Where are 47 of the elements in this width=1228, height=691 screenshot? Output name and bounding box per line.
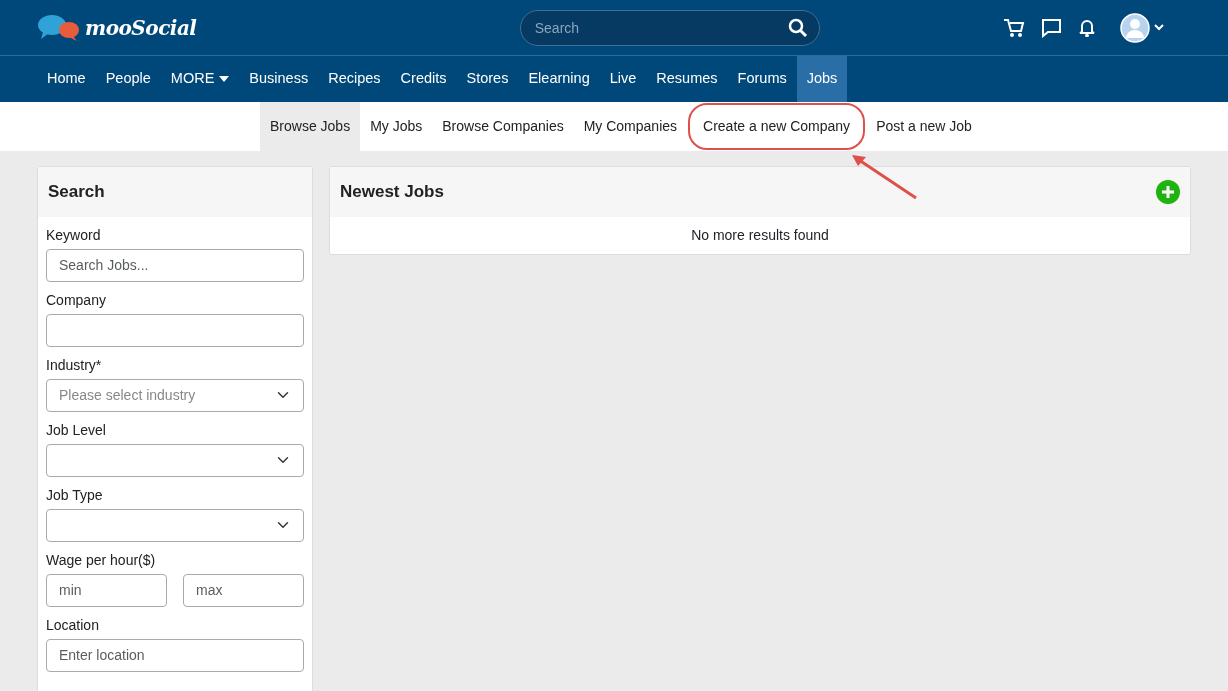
nav-link[interactable]: Business xyxy=(239,56,319,102)
subnav-link[interactable]: My Jobs xyxy=(360,102,433,151)
text-field[interactable] xyxy=(46,313,304,347)
nav-link[interactable]: Credits xyxy=(390,56,457,102)
field-label: Location xyxy=(46,615,100,635)
bell-icon[interactable] xyxy=(1078,18,1096,37)
nav-link[interactable]: People xyxy=(95,56,161,102)
empty-message: No more results found xyxy=(691,226,829,243)
logo-icon xyxy=(37,14,81,41)
nav-link[interactable]: Recipes xyxy=(318,56,391,102)
subnav-link[interactable]: Create a new Company xyxy=(687,102,867,151)
select-field[interactable] xyxy=(46,508,304,542)
subnav-link[interactable]: Browse Companies xyxy=(432,102,574,151)
nav-link[interactable]: Elearning xyxy=(518,56,600,102)
text-field[interactable]: Search Jobs... xyxy=(46,248,304,282)
field-label: Keyword xyxy=(46,225,102,245)
search-icon[interactable] xyxy=(787,17,808,38)
text-field[interactable]: min xyxy=(46,573,167,607)
select-field[interactable] xyxy=(46,443,304,477)
search-field[interactable]: Search xyxy=(519,9,820,46)
panel-title: Newest Jobs xyxy=(340,181,444,203)
caret-icon[interactable] xyxy=(1154,24,1164,31)
cart-icon[interactable] xyxy=(1003,17,1025,38)
nav-link[interactable]: Resumes xyxy=(646,56,728,102)
subnav-link[interactable]: My Companies xyxy=(573,102,688,151)
field-label: Job Level xyxy=(46,420,107,440)
nav-link[interactable]: Stores xyxy=(456,56,519,102)
field-label: Job Type xyxy=(46,485,104,505)
field-label: Wage per hour($) xyxy=(46,550,157,570)
subnav-link[interactable]: Browse Jobs xyxy=(260,102,361,151)
nav-link[interactable]: Forums xyxy=(727,56,797,102)
chat-icon[interactable] xyxy=(1041,17,1062,38)
select-field[interactable]: Please select industry xyxy=(46,378,304,412)
avatar-icon[interactable] xyxy=(1120,12,1150,43)
nav-link[interactable]: Jobs xyxy=(796,56,848,102)
add-icon[interactable] xyxy=(1156,179,1180,204)
nav-link[interactable]: Live xyxy=(599,56,647,102)
annotation-arrow xyxy=(850,152,918,200)
panel-title: Search xyxy=(38,167,312,217)
field-label: Industry* xyxy=(46,355,103,375)
text-field[interactable]: Enter location xyxy=(46,638,304,672)
nav-link[interactable]: Home xyxy=(37,56,96,102)
subnav-link[interactable]: Post a new Job xyxy=(866,102,982,151)
text-field[interactable]: max xyxy=(183,573,304,607)
logo-text[interactable]: mooSocial xyxy=(85,12,197,43)
nav-link[interactable]: MORE xyxy=(160,56,240,102)
field-label: Company xyxy=(46,290,107,310)
